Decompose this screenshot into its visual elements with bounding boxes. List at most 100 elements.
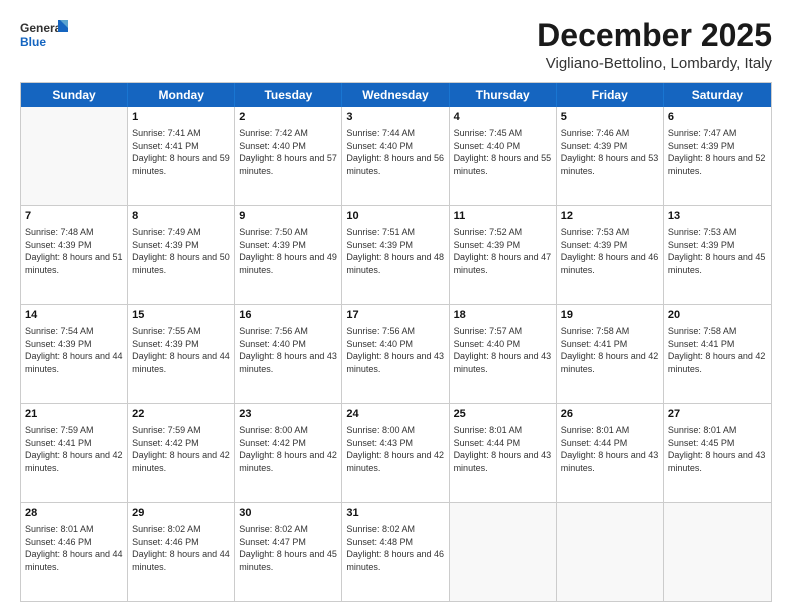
header-day-saturday: Saturday	[664, 83, 771, 107]
calendar-cell: 16 Sunrise: 7:56 AMSunset: 4:40 PMDaylig…	[235, 305, 342, 403]
cell-info: Sunrise: 7:55 AMSunset: 4:39 PMDaylight:…	[132, 325, 230, 375]
calendar-cell: 15 Sunrise: 7:55 AMSunset: 4:39 PMDaylig…	[128, 305, 235, 403]
calendar-cell: 8 Sunrise: 7:49 AMSunset: 4:39 PMDayligh…	[128, 206, 235, 304]
calendar-cell: 7 Sunrise: 7:48 AMSunset: 4:39 PMDayligh…	[21, 206, 128, 304]
cell-info: Sunrise: 7:51 AMSunset: 4:39 PMDaylight:…	[346, 226, 444, 276]
day-number: 10	[346, 209, 444, 224]
calendar-cell: 29 Sunrise: 8:02 AMSunset: 4:46 PMDaylig…	[128, 503, 235, 601]
calendar-week-5: 28 Sunrise: 8:01 AMSunset: 4:46 PMDaylig…	[21, 502, 771, 601]
day-number: 7	[25, 209, 123, 224]
month-title: December 2025	[537, 18, 772, 53]
cell-info: Sunrise: 7:59 AMSunset: 4:41 PMDaylight:…	[25, 424, 123, 474]
cell-info: Sunrise: 7:50 AMSunset: 4:39 PMDaylight:…	[239, 226, 337, 276]
calendar-body: 1 Sunrise: 7:41 AMSunset: 4:41 PMDayligh…	[21, 107, 771, 601]
cell-info: Sunrise: 8:02 AMSunset: 4:48 PMDaylight:…	[346, 523, 444, 573]
day-number: 22	[132, 407, 230, 422]
day-number: 29	[132, 506, 230, 521]
calendar-cell	[21, 107, 128, 205]
day-number: 8	[132, 209, 230, 224]
calendar-cell: 23 Sunrise: 8:00 AMSunset: 4:42 PMDaylig…	[235, 404, 342, 502]
day-number: 19	[561, 308, 659, 323]
calendar-cell: 27 Sunrise: 8:01 AMSunset: 4:45 PMDaylig…	[664, 404, 771, 502]
calendar-cell: 6 Sunrise: 7:47 AMSunset: 4:39 PMDayligh…	[664, 107, 771, 205]
day-number: 14	[25, 308, 123, 323]
calendar-cell: 17 Sunrise: 7:56 AMSunset: 4:40 PMDaylig…	[342, 305, 449, 403]
day-number: 24	[346, 407, 444, 422]
cell-info: Sunrise: 8:01 AMSunset: 4:44 PMDaylight:…	[561, 424, 659, 474]
cell-info: Sunrise: 7:44 AMSunset: 4:40 PMDaylight:…	[346, 127, 444, 177]
location-title: Vigliano-Bettolino, Lombardy, Italy	[537, 55, 772, 72]
cell-info: Sunrise: 8:02 AMSunset: 4:46 PMDaylight:…	[132, 523, 230, 573]
calendar-cell: 10 Sunrise: 7:51 AMSunset: 4:39 PMDaylig…	[342, 206, 449, 304]
day-number: 30	[239, 506, 337, 521]
header-day-monday: Monday	[128, 83, 235, 107]
svg-text:Blue: Blue	[20, 35, 46, 49]
cell-info: Sunrise: 7:53 AMSunset: 4:39 PMDaylight:…	[561, 226, 659, 276]
calendar-cell: 9 Sunrise: 7:50 AMSunset: 4:39 PMDayligh…	[235, 206, 342, 304]
cell-info: Sunrise: 7:49 AMSunset: 4:39 PMDaylight:…	[132, 226, 230, 276]
calendar-week-4: 21 Sunrise: 7:59 AMSunset: 4:41 PMDaylig…	[21, 403, 771, 502]
cell-info: Sunrise: 7:58 AMSunset: 4:41 PMDaylight:…	[668, 325, 767, 375]
day-number: 2	[239, 110, 337, 125]
calendar-cell: 14 Sunrise: 7:54 AMSunset: 4:39 PMDaylig…	[21, 305, 128, 403]
cell-info: Sunrise: 7:45 AMSunset: 4:40 PMDaylight:…	[454, 127, 552, 177]
cell-info: Sunrise: 7:42 AMSunset: 4:40 PMDaylight:…	[239, 127, 337, 177]
calendar-cell: 25 Sunrise: 8:01 AMSunset: 4:44 PMDaylig…	[450, 404, 557, 502]
calendar-cell: 3 Sunrise: 7:44 AMSunset: 4:40 PMDayligh…	[342, 107, 449, 205]
cell-info: Sunrise: 7:56 AMSunset: 4:40 PMDaylight:…	[239, 325, 337, 375]
cell-info: Sunrise: 7:46 AMSunset: 4:39 PMDaylight:…	[561, 127, 659, 177]
day-number: 28	[25, 506, 123, 521]
day-number: 15	[132, 308, 230, 323]
calendar-cell: 1 Sunrise: 7:41 AMSunset: 4:41 PMDayligh…	[128, 107, 235, 205]
cell-info: Sunrise: 7:52 AMSunset: 4:39 PMDaylight:…	[454, 226, 552, 276]
header-day-sunday: Sunday	[21, 83, 128, 107]
day-number: 11	[454, 209, 552, 224]
day-number: 4	[454, 110, 552, 125]
day-number: 17	[346, 308, 444, 323]
cell-info: Sunrise: 8:01 AMSunset: 4:44 PMDaylight:…	[454, 424, 552, 474]
header-day-thursday: Thursday	[450, 83, 557, 107]
calendar-cell: 22 Sunrise: 7:59 AMSunset: 4:42 PMDaylig…	[128, 404, 235, 502]
svg-text:General: General	[20, 21, 65, 35]
calendar-week-3: 14 Sunrise: 7:54 AMSunset: 4:39 PMDaylig…	[21, 304, 771, 403]
cell-info: Sunrise: 7:41 AMSunset: 4:41 PMDaylight:…	[132, 127, 230, 177]
header-day-friday: Friday	[557, 83, 664, 107]
logo: General Blue	[20, 18, 70, 54]
cell-info: Sunrise: 7:59 AMSunset: 4:42 PMDaylight:…	[132, 424, 230, 474]
calendar-cell: 11 Sunrise: 7:52 AMSunset: 4:39 PMDaylig…	[450, 206, 557, 304]
calendar-cell	[557, 503, 664, 601]
day-number: 26	[561, 407, 659, 422]
day-number: 23	[239, 407, 337, 422]
cell-info: Sunrise: 8:01 AMSunset: 4:46 PMDaylight:…	[25, 523, 123, 573]
calendar-week-2: 7 Sunrise: 7:48 AMSunset: 4:39 PMDayligh…	[21, 205, 771, 304]
header-day-wednesday: Wednesday	[342, 83, 449, 107]
calendar-cell	[664, 503, 771, 601]
cell-info: Sunrise: 7:58 AMSunset: 4:41 PMDaylight:…	[561, 325, 659, 375]
calendar-cell: 28 Sunrise: 8:01 AMSunset: 4:46 PMDaylig…	[21, 503, 128, 601]
day-number: 16	[239, 308, 337, 323]
cell-info: Sunrise: 7:56 AMSunset: 4:40 PMDaylight:…	[346, 325, 444, 375]
calendar-cell: 19 Sunrise: 7:58 AMSunset: 4:41 PMDaylig…	[557, 305, 664, 403]
day-number: 13	[668, 209, 767, 224]
day-number: 21	[25, 407, 123, 422]
day-number: 31	[346, 506, 444, 521]
day-number: 27	[668, 407, 767, 422]
day-number: 5	[561, 110, 659, 125]
calendar-cell: 13 Sunrise: 7:53 AMSunset: 4:39 PMDaylig…	[664, 206, 771, 304]
cell-info: Sunrise: 7:57 AMSunset: 4:40 PMDaylight:…	[454, 325, 552, 375]
day-number: 1	[132, 110, 230, 125]
calendar-cell: 24 Sunrise: 8:00 AMSunset: 4:43 PMDaylig…	[342, 404, 449, 502]
header-day-tuesday: Tuesday	[235, 83, 342, 107]
day-number: 3	[346, 110, 444, 125]
calendar-cell: 26 Sunrise: 8:01 AMSunset: 4:44 PMDaylig…	[557, 404, 664, 502]
cell-info: Sunrise: 8:01 AMSunset: 4:45 PMDaylight:…	[668, 424, 767, 474]
cell-info: Sunrise: 7:48 AMSunset: 4:39 PMDaylight:…	[25, 226, 123, 276]
header: General Blue December 2025 Vigliano-Bett…	[20, 18, 772, 72]
calendar-cell: 21 Sunrise: 7:59 AMSunset: 4:41 PMDaylig…	[21, 404, 128, 502]
day-number: 12	[561, 209, 659, 224]
logo-svg: General Blue	[20, 18, 70, 54]
day-number: 18	[454, 308, 552, 323]
calendar-cell: 31 Sunrise: 8:02 AMSunset: 4:48 PMDaylig…	[342, 503, 449, 601]
cell-info: Sunrise: 8:00 AMSunset: 4:42 PMDaylight:…	[239, 424, 337, 474]
calendar-header: SundayMondayTuesdayWednesdayThursdayFrid…	[21, 83, 771, 107]
